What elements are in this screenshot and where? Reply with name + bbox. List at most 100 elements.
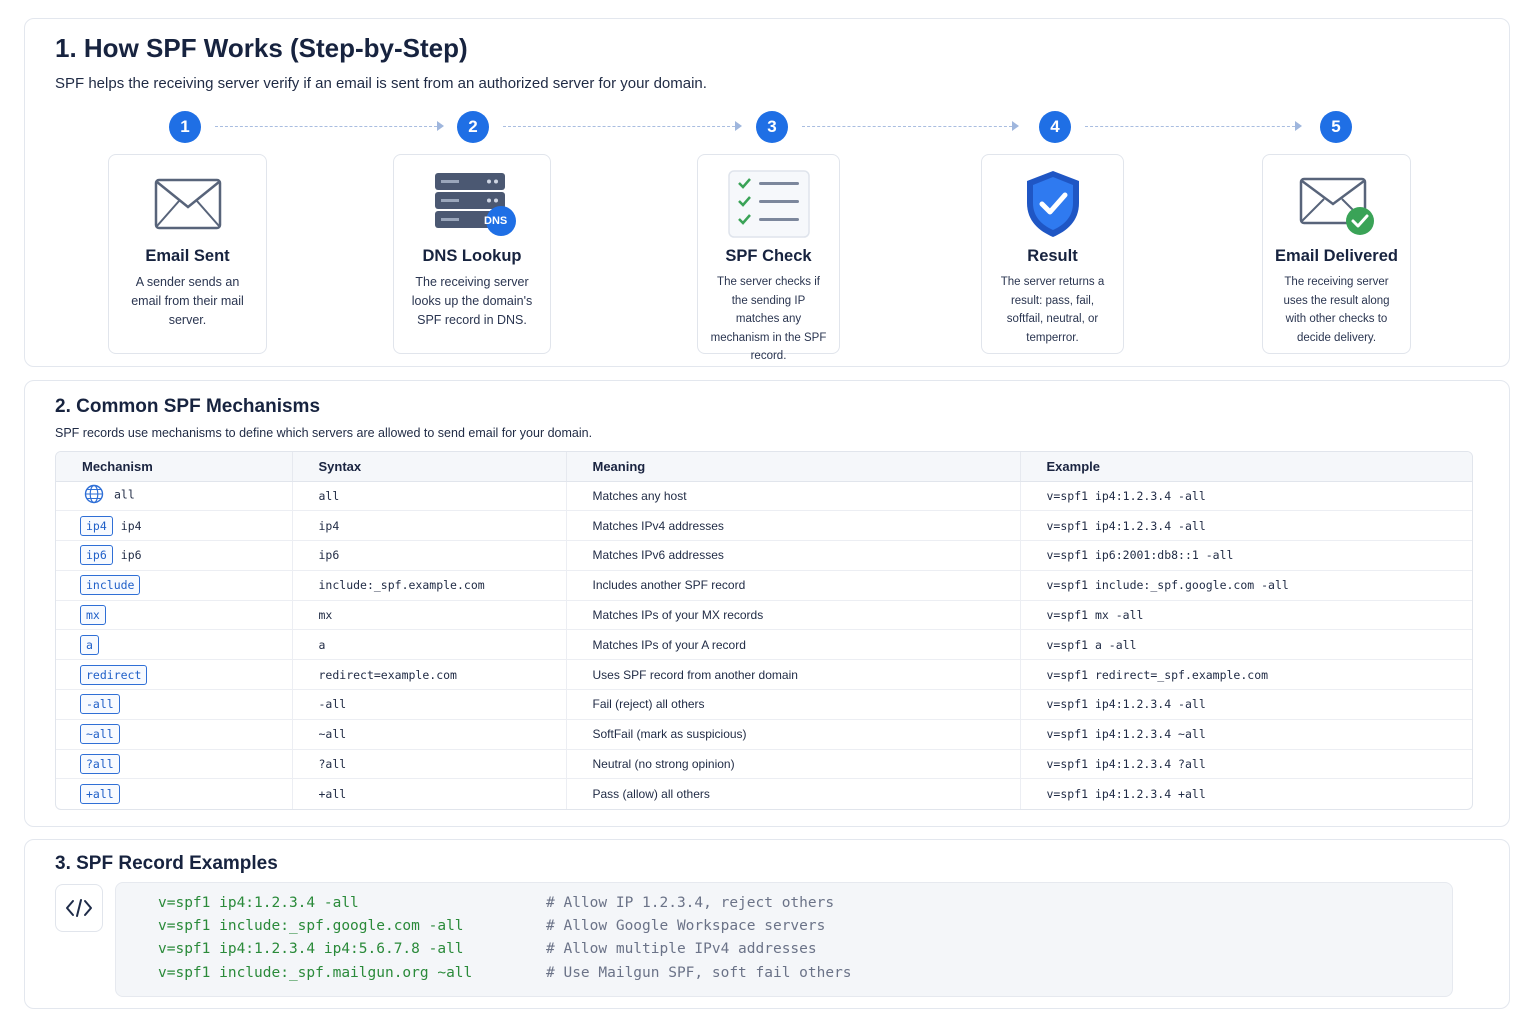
meaning-cell: Uses SPF record from another domain xyxy=(566,659,1021,691)
mechanism-label: ip4 xyxy=(120,518,142,533)
mechanism-cell: -all xyxy=(56,689,293,720)
code-comment: # Allow IP 1.2.3.4, reject others xyxy=(546,895,835,911)
mechanism-cell: ~all xyxy=(56,719,293,750)
table-row: ~all ~all SoftFail (mark as suspicious) v=s… xyxy=(56,719,1472,750)
meaning-cell: Matches IPv6 addresses xyxy=(566,540,1021,571)
envelope-check-icon xyxy=(1263,169,1410,239)
code-line: v=spf1 include:_spf.google.com -all xyxy=(158,918,464,934)
table-header-row: Mechanism Syntax Meaning Example xyxy=(56,452,1472,482)
table-row: mx mx Matches IPs of your MX records v=spf1… xyxy=(56,600,1472,631)
step-number: 2 xyxy=(457,111,489,143)
step-description: The receiving server looks up the domain… xyxy=(411,275,533,327)
mechanism-badge: +all xyxy=(80,784,120,805)
syntax-cell: include:_spf.example.com xyxy=(292,570,567,601)
mechanism-badge: ip6 xyxy=(80,545,113,566)
step-description: A sender sends an email from their mail … xyxy=(131,275,244,327)
syntax-cell: all xyxy=(292,481,567,512)
mechanism-cell: a xyxy=(56,629,293,661)
meaning-cell: Pass (allow) all others xyxy=(566,778,1021,809)
envelope-icon xyxy=(109,169,266,239)
table-row: ip4 ip4 ip4 Matches IPv4 addresses v=spf1 ip… xyxy=(56,510,1472,542)
example-cell: v=spf1 a -all xyxy=(1020,629,1472,661)
dns-badge: DNS xyxy=(484,215,508,227)
mechanism-label: ip6 xyxy=(120,548,142,563)
flow-arrow xyxy=(503,126,735,127)
meaning-cell: Matches IPv4 addresses xyxy=(566,510,1021,542)
table-row: a a Matches IPs of your A record v=spf1 a -… xyxy=(56,629,1472,661)
mechanism-badge: ?all xyxy=(80,754,120,775)
mechanism-label: all xyxy=(114,488,135,503)
mechanism-cell: redirect xyxy=(56,659,293,691)
step-number: 4 xyxy=(1039,111,1071,143)
section-title: 1. How SPF Works (Step-by-Step) xyxy=(55,33,468,63)
step-card-email-sent: Email Sent A sender sends an email from … xyxy=(108,154,267,354)
example-cell: v=spf1 include:_spf.google.com -all xyxy=(1020,570,1472,601)
code-line: v=spf1 ip4:1.2.3.4 ip4:5.6.7.8 -all xyxy=(158,941,464,957)
example-cell: v=spf1 ip4:1.2.3.4 ~all xyxy=(1020,719,1472,750)
meaning-cell: Matches IPs of your MX records xyxy=(566,600,1021,631)
table-row: include include:_spf.example.com Includes … xyxy=(56,570,1472,601)
example-cell: v=spf1 ip6:2001:db8::1 -all xyxy=(1020,540,1472,571)
meaning-cell: Fail (reject) all others xyxy=(566,689,1021,720)
code-comment: # Allow Google Workspace servers xyxy=(546,918,826,934)
syntax-cell: ip6 xyxy=(292,540,567,571)
step-title: Result xyxy=(1027,247,1078,265)
syntax-cell: a xyxy=(292,629,567,661)
checklist-icon xyxy=(698,169,839,239)
common-mechanisms-section: 2. Common SPF Mechanisms SPF records use… xyxy=(24,380,1510,827)
meaning-cell: Neutral (no strong opinion) xyxy=(566,749,1021,780)
step-title: SPF Check xyxy=(725,247,812,265)
mechanism-cell: ?all xyxy=(56,749,293,780)
mechanism-cell: ip4 ip4 xyxy=(56,510,293,542)
mechanism-badge: a xyxy=(80,634,99,655)
example-cell: v=spf1 ip4:1.2.3.4 -all xyxy=(1020,481,1472,512)
meaning-cell: Matches IPs of your A record xyxy=(566,629,1021,661)
how-spf-works-section: 1. How SPF Works (Step-by-Step) SPF help… xyxy=(24,18,1510,367)
table-row: -all -all Fail (reject) all others v=spf1 i… xyxy=(56,689,1472,720)
globe-icon xyxy=(84,484,104,507)
step-number: 3 xyxy=(756,111,788,143)
example-cell: v=spf1 ip4:1.2.3.4 ?all xyxy=(1020,749,1472,780)
column-header: Mechanism xyxy=(56,452,293,482)
section-subtitle: SPF helps the receiving server verify if… xyxy=(55,75,707,92)
mechanism-badge: -all xyxy=(80,694,120,715)
code-comment: # Use Mailgun SPF, soft fail others xyxy=(546,965,852,981)
meaning-cell: Includes another SPF record xyxy=(566,570,1021,601)
meaning-cell: Matches any host xyxy=(566,481,1021,512)
step-title: Email Sent xyxy=(145,247,230,265)
example-cell: v=spf1 ip4:1.2.3.4 -all xyxy=(1020,510,1472,542)
code-block: v=spf1 ip4:1.2.3.4 -all # Allow IP 1.2.3… xyxy=(115,882,1453,997)
flow-arrow xyxy=(1085,126,1295,127)
example-cell: v=spf1 redirect=_spf.example.com xyxy=(1020,659,1472,691)
table-row: redirect redirect=example.com Uses SPF rec… xyxy=(56,659,1472,691)
step-title: Email Delivered xyxy=(1275,247,1398,265)
section-title: 3. SPF Record Examples xyxy=(55,853,278,874)
syntax-cell: ip4 xyxy=(292,510,567,542)
syntax-cell: mx xyxy=(292,600,567,631)
mechanism-badge: redirect xyxy=(80,664,148,685)
mechanism-badge: ip4 xyxy=(80,515,113,536)
step-description: The server returns a result: pass, fail,… xyxy=(1000,276,1105,344)
code-comment: # Allow multiple IPv4 addresses xyxy=(546,941,817,957)
column-header: Meaning xyxy=(566,452,1021,482)
step-card-dns-lookup: DNS DNS Lookup The receiving server look… xyxy=(393,154,551,354)
step-title: DNS Lookup xyxy=(422,247,522,265)
mechanism-cell: +all xyxy=(56,778,293,809)
table-row: all all Matches any host v=spf1 ip4:1.2.3.4… xyxy=(56,481,1472,512)
syntax-cell: redirect=example.com xyxy=(292,659,567,691)
syntax-cell: ?all xyxy=(292,749,567,780)
dns-server-icon: DNS xyxy=(394,169,550,239)
section-title: 2. Common SPF Mechanisms xyxy=(55,396,321,417)
shield-check-icon xyxy=(982,169,1123,239)
table-row: +all +all Pass (allow) all others v=spf1 ip… xyxy=(56,778,1472,809)
example-cell: v=spf1 ip4:1.2.3.4 +all xyxy=(1046,787,1206,802)
arrow-head-icon xyxy=(1012,121,1019,131)
example-cell: v=spf1 ip4:1.2.3.4 -all xyxy=(1020,689,1472,720)
section-subtitle: SPF records use mechanisms to define whi… xyxy=(55,426,593,440)
step-number: 1 xyxy=(169,111,201,143)
step-card-email-delivered: Email Delivered The receiving server use… xyxy=(1262,154,1411,354)
mechanism-badge: mx xyxy=(80,605,106,626)
mechanism-cell: ip6 ip6 xyxy=(56,540,293,571)
mechanism-cell: all xyxy=(56,481,293,512)
table-row: ip6 ip6 ip6 Matches IPv6 addresses v=spf1 ip… xyxy=(56,540,1472,571)
